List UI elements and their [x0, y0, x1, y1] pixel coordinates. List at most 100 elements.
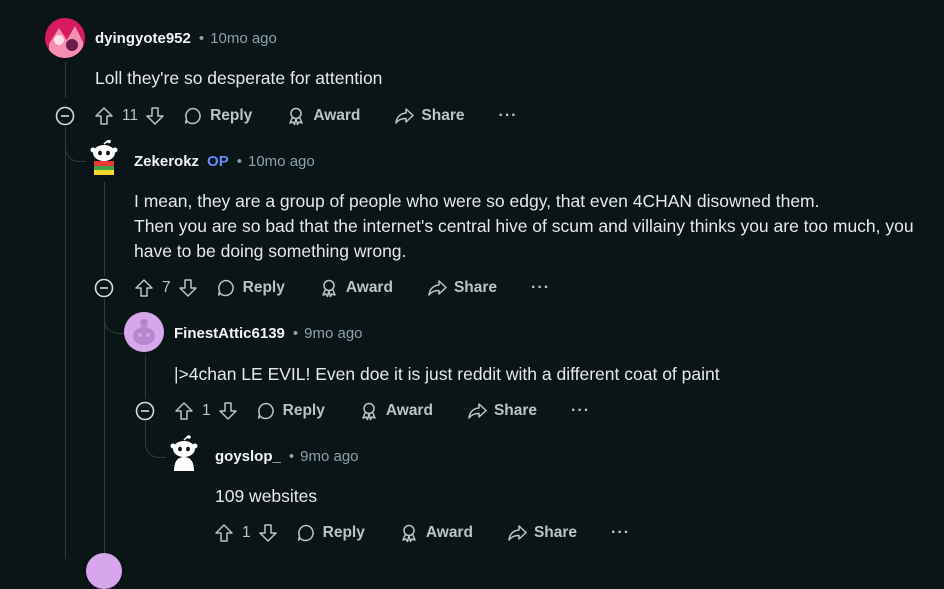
share-button[interactable]: Share: [467, 401, 537, 421]
share-icon: [468, 403, 487, 419]
thread-line: [104, 299, 105, 559]
avatar[interactable]: [45, 18, 85, 58]
award-label: Award: [425, 524, 473, 541]
downvote-button[interactable]: [145, 106, 165, 126]
username[interactable]: goyslop_: [215, 448, 281, 465]
reply-button[interactable]: Reply: [183, 106, 252, 126]
op-badge: OP: [207, 153, 229, 170]
upvote-button[interactable]: [94, 106, 114, 126]
share-icon: [428, 280, 447, 296]
timestamp[interactable]: 10mo ago: [248, 153, 315, 170]
comment-text-line: |>4chan LE EVIL! Even doe it is just red…: [174, 364, 720, 384]
comment-text-line: Loll they're so desperate for attention: [95, 68, 383, 88]
avatar[interactable]: [86, 553, 122, 589]
share-icon: [508, 525, 527, 541]
comment-icon: [297, 524, 314, 542]
downvote-icon: [178, 279, 197, 297]
more-options-button[interactable]: ···: [571, 402, 590, 420]
separator-dot: •: [198, 30, 205, 47]
downvote-button[interactable]: [218, 401, 238, 421]
thread-line: [65, 127, 66, 559]
separator-dot: •: [288, 448, 295, 465]
reply-button[interactable]: Reply: [216, 278, 285, 298]
avatar[interactable]: [86, 139, 122, 176]
username[interactable]: dyingyote952: [95, 30, 191, 47]
share-label: Share: [493, 402, 538, 419]
comment-text-line: have to be doing something wrong.: [134, 241, 407, 261]
comment-body: Loll they're so desperate for attention: [95, 66, 382, 91]
comment-actions: 11 Reply Award Share ···: [94, 104, 517, 128]
vote-count: 11: [122, 107, 139, 124]
award-label: Award: [385, 402, 433, 419]
thread-line: [65, 62, 66, 98]
comment-body: I mean, they are a group of people who w…: [134, 189, 914, 264]
downvote-button[interactable]: [258, 523, 278, 543]
upvote-button[interactable]: [174, 401, 194, 421]
reply-label: Reply: [322, 524, 365, 541]
share-button[interactable]: Share: [427, 278, 497, 298]
comment-header: dyingyote952 • 10mo ago: [95, 30, 277, 47]
thread-connector: [104, 299, 125, 334]
upvote-button[interactable]: [214, 523, 234, 543]
timestamp[interactable]: 9mo ago: [300, 448, 358, 465]
avatar[interactable]: [124, 312, 164, 352]
username[interactable]: FinestAttic6139: [174, 325, 285, 342]
award-button[interactable]: Award: [286, 106, 360, 126]
upvote-icon: [135, 279, 153, 297]
comment-body: |>4chan LE EVIL! Even doe it is just red…: [174, 362, 720, 387]
comment-text-line: Then you are so bad that the internet's …: [134, 216, 914, 236]
award-label: Award: [345, 279, 393, 296]
comment-icon: [217, 279, 234, 297]
thread-line: [145, 355, 146, 399]
downvote-icon: [146, 107, 164, 125]
share-button[interactable]: Share: [394, 106, 465, 126]
comment-actions: 1 Reply Award Share ···: [174, 399, 590, 423]
reply-button[interactable]: Reply: [296, 523, 365, 543]
reply-button[interactable]: Reply: [256, 401, 325, 421]
avatar[interactable]: [166, 435, 202, 471]
share-icon: [395, 108, 415, 124]
comment-text-line: 109 websites: [215, 486, 318, 506]
comment-text-line: I mean, they are a group of people who w…: [134, 191, 820, 211]
award-icon: [322, 279, 336, 298]
award-button[interactable]: Award: [399, 523, 473, 543]
award-icon: [289, 107, 304, 126]
upvote-icon: [175, 402, 193, 420]
separator-dot: •: [292, 325, 299, 342]
award-button[interactable]: Award: [319, 278, 393, 298]
comment-icon: [257, 402, 274, 420]
comment-actions: 1 Reply Award Share ···: [214, 521, 630, 545]
comment-icon: [184, 107, 201, 125]
more-options-button[interactable]: ···: [531, 279, 550, 297]
timestamp[interactable]: 10mo ago: [210, 30, 277, 47]
collapse-icon[interactable]: [55, 106, 75, 126]
thread-connector: [145, 421, 166, 458]
share-label: Share: [421, 107, 465, 124]
share-button[interactable]: Share: [507, 523, 577, 543]
reply-label: Reply: [210, 107, 253, 124]
downvote-button[interactable]: [178, 278, 198, 298]
separator-dot: •: [236, 153, 242, 170]
upvote-button[interactable]: [134, 278, 154, 298]
username[interactable]: Zekerokz: [134, 153, 199, 170]
award-icon: [362, 402, 376, 421]
collapse-icon[interactable]: [135, 401, 155, 421]
comment-header: Zekerokz OP • 10mo ago: [134, 153, 315, 170]
award-icon: [402, 524, 416, 543]
downvote-icon: [218, 402, 237, 420]
thread-line: [104, 182, 105, 276]
vote-count: 7: [162, 279, 171, 296]
timestamp[interactable]: 9mo ago: [304, 325, 362, 342]
vote-count: 1: [242, 524, 251, 541]
share-label: Share: [453, 279, 498, 296]
more-options-button[interactable]: ···: [499, 107, 518, 125]
comment-header: goyslop_ • 9mo ago: [215, 448, 359, 465]
comment-body: 109 websites: [215, 484, 317, 509]
collapse-icon[interactable]: [94, 278, 114, 298]
reply-label: Reply: [282, 402, 325, 419]
upvote-icon: [215, 524, 233, 542]
more-options-button[interactable]: ···: [611, 524, 630, 542]
award-button[interactable]: Award: [359, 401, 433, 421]
comment-header: FinestAttic6139 • 9mo ago: [174, 325, 363, 342]
share-label: Share: [533, 524, 578, 541]
